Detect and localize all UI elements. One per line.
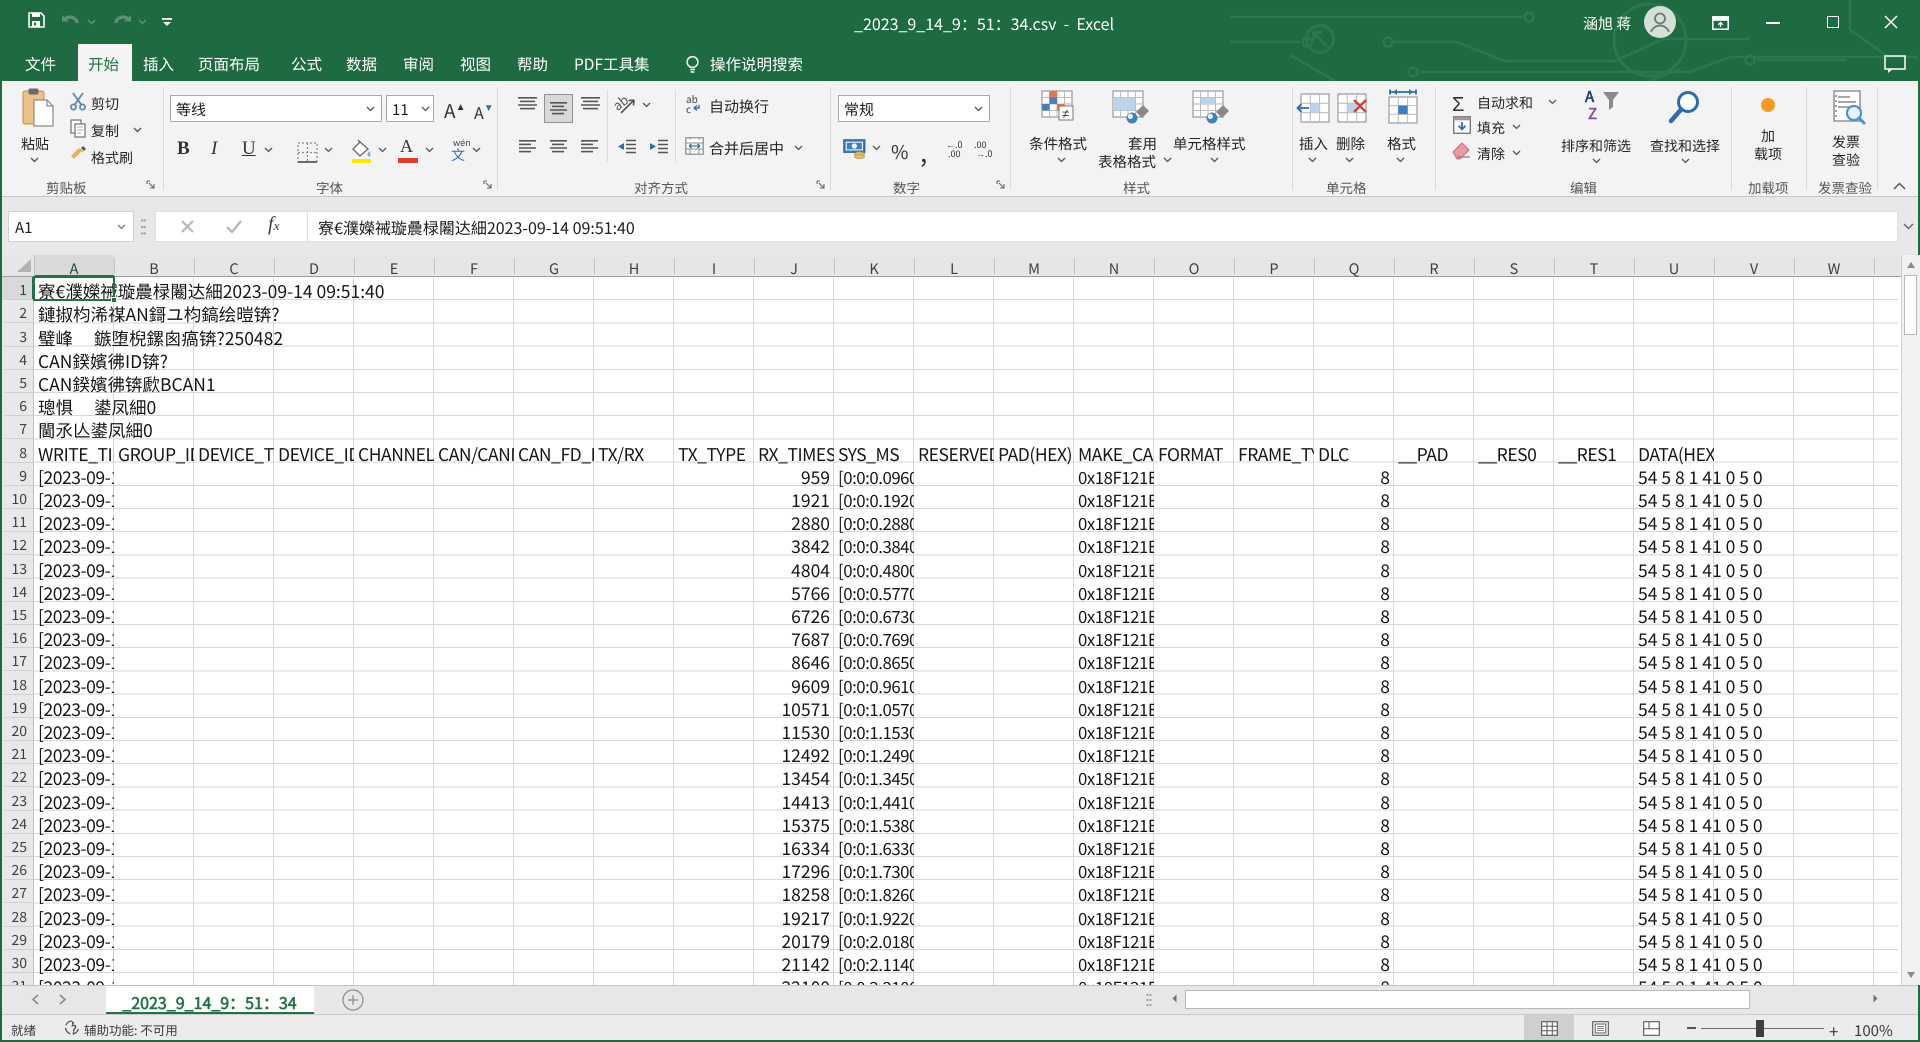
svg-text:≠: ≠ [1062,103,1069,122]
svg-text:c: c [686,101,691,116]
svg-text:.00: .00 [948,147,961,160]
svg-text:?: ? [71,1021,77,1038]
svg-text:→.0: →.0 [976,147,993,160]
